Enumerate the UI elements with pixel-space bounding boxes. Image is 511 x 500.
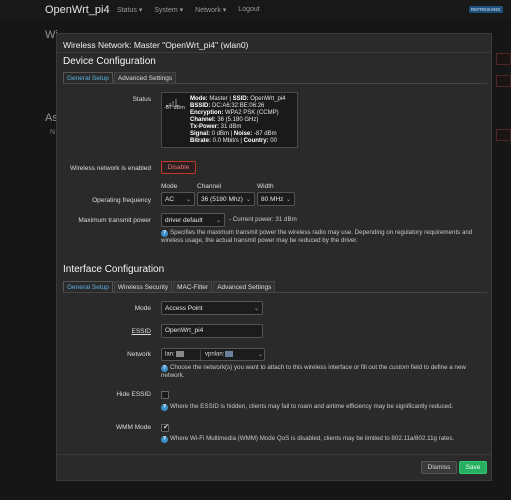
device-config-heading: Device Configuration [63, 56, 156, 67]
info-circle-icon: ? [161, 230, 168, 237]
mode-select-value: AC [165, 195, 175, 203]
status-panel: -87 dBm Mode: Master | SSID: OpenWrt_pi4… [161, 92, 298, 148]
txpower-select-value: driver default [165, 216, 203, 224]
brand-title[interactable]: OpenWrt_pi4 [45, 4, 110, 16]
mode-column-label: Mode [161, 183, 178, 190]
save-button[interactable]: Save [459, 461, 487, 474]
interface-mode-value: Access Point [165, 304, 203, 312]
network-multiselect[interactable]: lan: vpnlan: ⌄ [161, 348, 265, 361]
hide-essid-label: Hide ESSID [116, 391, 151, 398]
current-power-text: - Current power: 31 dBm [229, 216, 297, 223]
network-label: Network [127, 351, 151, 358]
divider [200, 350, 201, 360]
chevron-down-icon: ⌄ [253, 305, 259, 312]
status-line: Channel: 36 (5.180 GHz) [190, 117, 259, 123]
txpower-select[interactable]: driver default ⌄ [161, 213, 225, 227]
divider [57, 52, 491, 53]
chevron-down-icon: ⌄ [215, 217, 221, 224]
chevron-down-icon: ⌄ [285, 196, 291, 203]
status-line: Bitrate: 0.0 Mbit/s | Country: 00 [190, 138, 277, 144]
status-label: Status [132, 96, 151, 103]
status-line: Mode: Master | SSID: OpenWrt_pi4 [190, 96, 286, 102]
channel-select[interactable]: 36 (5180 Mhz) ⌄ [197, 192, 255, 206]
status-line: BSSID: DC:A6:32:BE:06:26 [190, 103, 265, 109]
chevron-down-icon: ⌄ [185, 196, 191, 203]
channel-select-value: 36 (5180 Mhz) [201, 195, 243, 203]
divider [63, 83, 487, 84]
width-select-value: 80 MHz [261, 195, 284, 203]
essid-input[interactable]: OpenWrt_pi4 [161, 324, 263, 338]
signal-value: -87 dBm [164, 105, 185, 111]
wmm-label: WMM Mode [115, 424, 151, 431]
wireless-config-modal: Wireless Network: Master "OpenWrt_pi4" (… [56, 33, 492, 481]
width-select[interactable]: 80 MHz ⌄ [257, 192, 295, 206]
essid-label: ESSID [131, 328, 151, 335]
mode-label: Mode [134, 305, 151, 312]
info-circle-icon: ? [161, 436, 168, 443]
status-details: Mode: Master | SSID: OpenWrt_pi4 BSSID: D… [190, 96, 286, 145]
interface-mode-select[interactable]: Access Point ⌄ [161, 301, 263, 315]
nav-network[interactable]: Network ▾ [195, 6, 226, 14]
divider [63, 292, 487, 293]
modal-title: Wireless Network: Master "OpenWrt_pi4" (… [63, 40, 249, 50]
txpower-help: ? Specifies the maximum transmit power th… [161, 229, 473, 244]
wmm-help: ? Where Wi-Fi Multimedia (WMM) Mode QoS i… [161, 435, 455, 443]
channel-column-label: Channel [197, 183, 222, 190]
hide-essid-help: ? Where the ESSID is hidden, clients may … [161, 403, 454, 411]
status-line: Tx-Power: 31 dBm [190, 124, 242, 130]
nav-logout[interactable]: Logout [238, 6, 259, 14]
divider [57, 454, 491, 455]
main-nav: Status ▾ System ▾ Network ▾ Logout [117, 6, 260, 14]
refreshing-badge[interactable]: REFRESHING [469, 6, 503, 13]
hide-essid-checkbox[interactable] [161, 391, 169, 399]
chevron-down-icon: ⌄ [245, 196, 251, 203]
txpower-label: Maximum transmit power [78, 217, 151, 224]
info-circle-icon: ? [161, 365, 168, 372]
ethernet-icon [175, 351, 184, 357]
status-line: Encryption: WPA2 PSK (CCMP) [190, 110, 279, 116]
nav-status[interactable]: Status ▾ [117, 6, 142, 14]
network-chip-vpnlan[interactable]: vpnlan: [205, 351, 234, 358]
network-chip-lan[interactable]: lan: [165, 351, 184, 358]
frequency-label: Operating frequency [92, 197, 151, 204]
dismiss-button[interactable]: Dismiss [421, 461, 457, 474]
network-help: ? Choose the network(s) you want to attac… [161, 364, 466, 379]
nav-system[interactable]: System ▾ [154, 6, 183, 14]
interface-config-heading: Interface Configuration [63, 264, 165, 275]
chevron-down-icon: ⌄ [258, 352, 264, 358]
info-circle-icon: ? [161, 404, 168, 411]
top-navbar: OpenWrt_pi4 Status ▾ System ▾ Network ▾ … [0, 0, 511, 20]
enabled-label: Wireless network is enabled [70, 165, 151, 172]
wmm-checkbox[interactable] [161, 423, 169, 432]
wifi-icon [225, 351, 234, 357]
mode-select[interactable]: AC ⌄ [161, 192, 195, 206]
width-column-label: Width [257, 183, 274, 190]
disable-button[interactable]: Disable [161, 161, 196, 174]
status-line: Signal: 0 dBm | Noise: -87 dBm [190, 131, 277, 137]
